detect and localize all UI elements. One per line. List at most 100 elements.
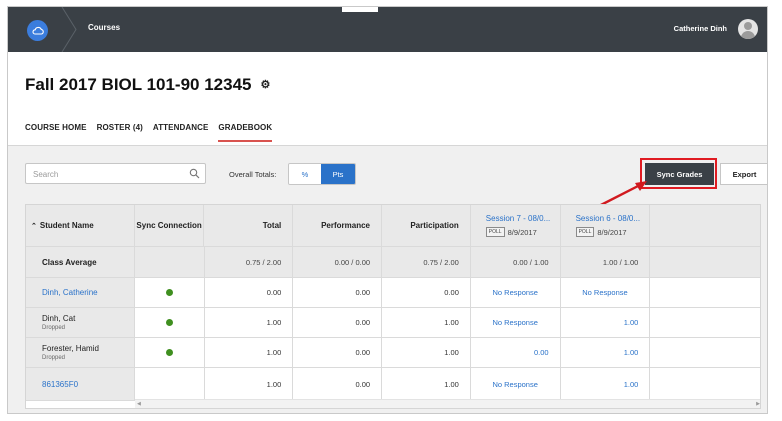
sync-cell (134, 368, 205, 401)
app-window: Courses Catherine Dinh Fall 2017 BIOL 10… (7, 6, 768, 414)
tab-roster[interactable]: ROSTER (4) (97, 123, 143, 142)
column-header-total: Total (204, 205, 294, 247)
table-cell (650, 278, 760, 308)
table-cell: 1.00 (382, 308, 471, 338)
table-cell: 1.00 (204, 338, 294, 368)
table-cell (650, 308, 760, 338)
horizontal-scrollbar[interactable]: ◀ ▶ (135, 399, 760, 408)
student-cell: Forester, Hamid Dropped (26, 338, 135, 368)
grade-link[interactable]: No Response (470, 368, 561, 401)
class-average-label: Class Average (26, 247, 135, 278)
table-cell: 0.75 / 2.00 (382, 247, 471, 278)
table-cell (650, 368, 760, 401)
sort-caret-icon[interactable]: ⌃ (31, 222, 37, 230)
scroll-right-icon[interactable]: ▶ (756, 401, 760, 407)
table-cell: 1.00 (204, 368, 294, 401)
gradebook-table: ⌃ Student Name Sync Connection Total Per… (25, 204, 761, 409)
top-tab-notch (342, 7, 378, 12)
grade-link[interactable]: No Response (470, 308, 561, 338)
table-cell: 1.00 (382, 368, 471, 401)
column-header-sync-connection: Sync Connection (134, 205, 205, 247)
search-box (25, 163, 206, 184)
overall-totals-label: Overall Totals: (229, 170, 277, 179)
poll-badge: POLL (485, 227, 505, 237)
table-cell: 0.00 (204, 278, 294, 308)
table-cell: 0.00 (293, 368, 383, 401)
grade-link[interactable]: 1.00 (560, 368, 651, 401)
student-status: Dropped (42, 325, 66, 331)
sync-cell (134, 278, 205, 308)
user-name[interactable]: Catherine Dinh (674, 24, 727, 33)
table-row: 861365F0 1.00 0.00 1.00 No Response 1.00 (26, 368, 760, 401)
table-cell (134, 247, 205, 278)
points-toggle-button[interactable]: Pts (321, 164, 355, 184)
student-name[interactable]: Dinh, Cat (42, 314, 134, 323)
class-average-row: Class Average 0.75 / 2.00 0.00 / 0.00 0.… (26, 247, 760, 278)
table-cell: 1.00 (382, 338, 471, 368)
table-cell: 0.00 (293, 278, 383, 308)
table-row: Dinh, Catherine 0.00 0.00 0.00 No Respon… (26, 278, 760, 308)
column-header-session-6[interactable]: Session 6 - 08/0... POLL 8/9/2017 (560, 205, 651, 247)
column-header-participation: Participation (382, 205, 471, 247)
table-row: Forester, Hamid Dropped 1.00 0.00 1.00 0… (26, 338, 760, 368)
tab-attendance[interactable]: ATTENDANCE (153, 123, 209, 142)
column-header-session-7[interactable]: Session 7 - 08/0... POLL 8/9/2017 (470, 205, 561, 247)
student-name-link[interactable]: 861365F0 (42, 380, 134, 389)
table-cell: 0.75 / 2.00 (204, 247, 294, 278)
table-cell: 0.00 / 1.00 (470, 247, 561, 278)
gradebook-panel: Overall Totals: % Pts Sync Grades Export… (8, 146, 767, 413)
sync-status-icon (165, 289, 173, 296)
session-title[interactable]: Session 7 - 08/0... (486, 214, 560, 223)
table-cell: 0.00 / 0.00 (293, 247, 383, 278)
search-icon[interactable] (189, 168, 200, 179)
cloud-logo-icon[interactable] (27, 20, 48, 41)
gear-icon[interactable]: ⚙ (261, 79, 271, 91)
grade-link[interactable]: 1.00 (560, 308, 651, 338)
tab-course-home[interactable]: COURSE HOME (25, 123, 87, 142)
table-cell: 0.00 (382, 278, 471, 308)
student-cell: Dinh, Catherine (26, 278, 135, 308)
table-cell: 1.00 / 1.00 (560, 247, 651, 278)
student-cell: Dinh, Cat Dropped (26, 308, 135, 338)
breadcrumb-courses[interactable]: Courses (88, 23, 120, 32)
session-date: 8/9/2017 (507, 227, 537, 237)
table-cell: 1.00 (204, 308, 294, 338)
top-navigation-bar: Courses Catherine Dinh (8, 7, 767, 52)
page-title-row: Fall 2017 BIOL 101-90 12345 ⚙ (25, 75, 270, 95)
empty-header-cell (650, 205, 760, 247)
sync-cell (134, 308, 205, 338)
export-button[interactable]: Export (720, 163, 767, 185)
breadcrumb-separator-icon (61, 7, 77, 52)
session-date: 8/9/2017 (597, 227, 627, 237)
grade-link[interactable]: No Response (560, 278, 651, 308)
percent-toggle-button[interactable]: % (289, 164, 321, 184)
table-cell: 0.00 (293, 308, 383, 338)
column-header-performance: Performance (293, 205, 383, 247)
session-title[interactable]: Session 6 - 08/0... (576, 214, 650, 223)
table-cell: 0.00 (293, 338, 383, 368)
student-name-link[interactable]: Dinh, Catherine (42, 288, 134, 297)
sync-cell (134, 338, 205, 368)
grade-link[interactable]: 1.00 (560, 338, 651, 368)
scroll-left-icon[interactable]: ◀ (137, 401, 141, 407)
column-header-student-name[interactable]: ⌃ Student Name (26, 205, 135, 247)
sync-status-icon (165, 349, 173, 356)
grade-link[interactable]: No Response (470, 278, 561, 308)
course-tabs: COURSE HOME ROSTER (4) ATTENDANCE GRADEB… (25, 123, 282, 142)
student-cell: 861365F0 (26, 368, 135, 401)
student-status: Dropped (42, 355, 66, 361)
tab-gradebook[interactable]: GRADEBOOK (218, 123, 273, 142)
column-header-label: Student Name (39, 221, 94, 230)
search-input[interactable] (26, 165, 176, 184)
totals-toggle: % Pts (288, 163, 356, 185)
page-title: Fall 2017 BIOL 101-90 12345 (25, 75, 252, 94)
sync-status-icon (165, 319, 173, 326)
table-row: Dinh, Cat Dropped 1.00 0.00 1.00 No Resp… (26, 308, 760, 338)
poll-badge: POLL (575, 227, 595, 237)
grade-link[interactable]: 0.00 (470, 338, 561, 368)
student-name[interactable]: Forester, Hamid (42, 344, 134, 353)
table-header-row: ⌃ Student Name Sync Connection Total Per… (26, 205, 760, 247)
table-cell (650, 247, 760, 278)
table-cell (650, 338, 760, 368)
user-avatar-icon[interactable] (738, 19, 758, 39)
